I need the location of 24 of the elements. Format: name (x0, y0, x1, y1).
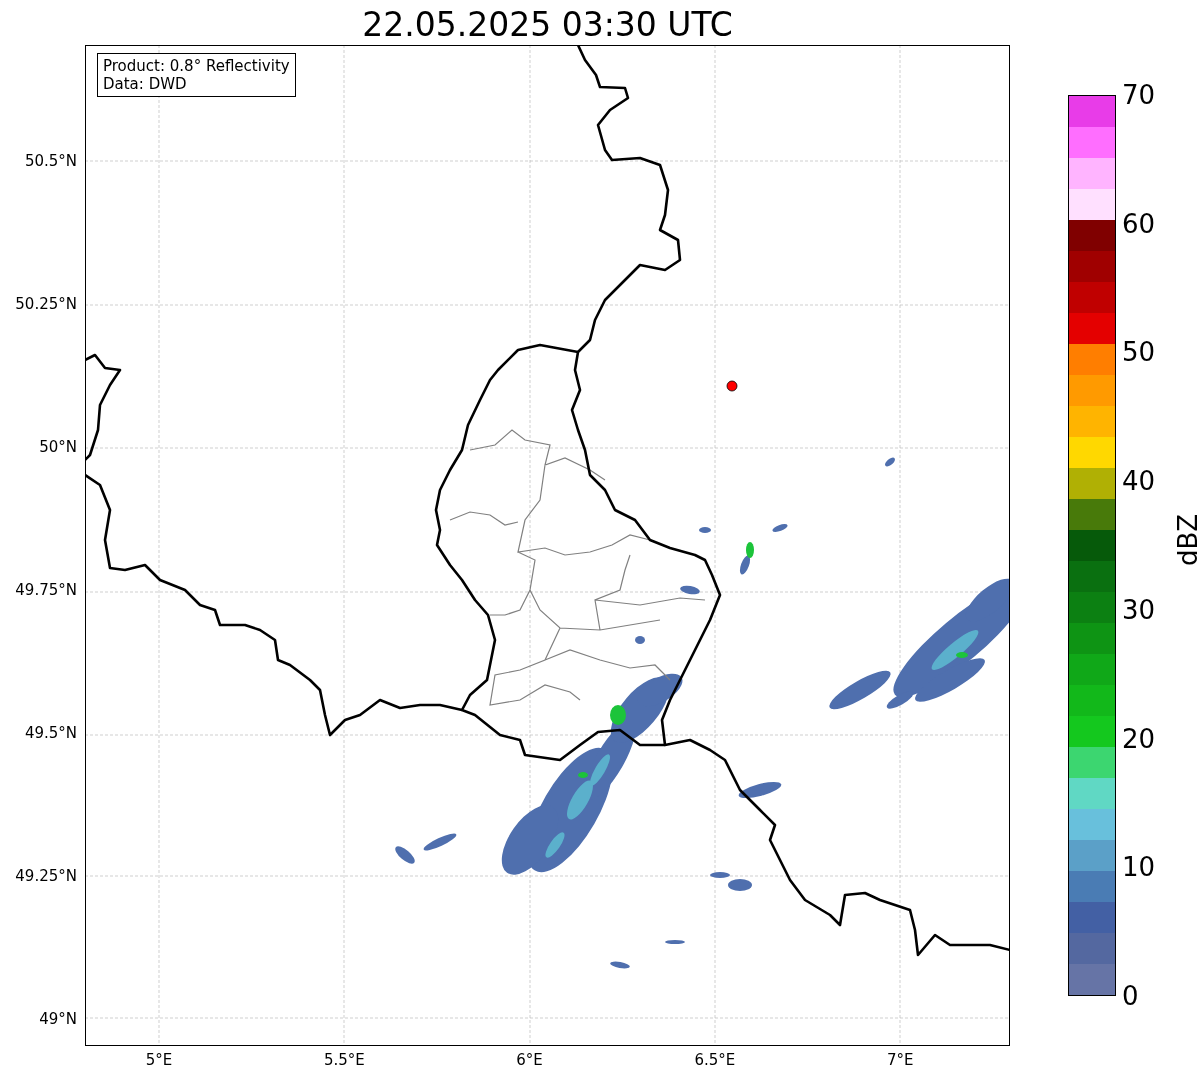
colorbar-tick-label: 30 (1122, 595, 1156, 624)
axis-tick-label: 50.5°N (24, 152, 77, 170)
axis-tick-label: 5°E (145, 1051, 173, 1069)
colorbar-tick-label: 0 (1122, 982, 1139, 1010)
axis-tick-label: 49.75°N (15, 581, 77, 599)
axis-tick-label: 49.5°N (24, 724, 77, 742)
axis-tick-label: 49.25°N (15, 867, 77, 885)
axis-tick-label: 49°N (39, 1010, 77, 1028)
colorbar-label: dBZ (1173, 513, 1202, 567)
axis-tick-label: 7°E (886, 1051, 914, 1069)
axis-tick-label: 6°E (516, 1051, 543, 1069)
axis-tick-label: 50.25°N (15, 295, 77, 313)
colorbar-tick-label: 10 (1122, 853, 1156, 882)
colorbar-tick-label: 40 (1122, 467, 1156, 496)
legend-text: Data: DWD (103, 75, 188, 93)
colorbar-tick-label: 60 (1122, 209, 1156, 238)
axis-tick-label: 50°N (39, 438, 77, 456)
colorbar-tick-label: 20 (1122, 724, 1156, 753)
axis-tick-label: 5.5°E (323, 1051, 365, 1069)
chart-title: 22.05.2025 03:30 UTC (361, 4, 734, 45)
colorbar-tick-label: 70 (1122, 81, 1156, 109)
axis-tick-label: 6.5°E (694, 1051, 736, 1069)
colorbar-tick-label: 50 (1122, 338, 1156, 367)
legend-text: Product: 0.8° Reflectivity (103, 57, 290, 75)
